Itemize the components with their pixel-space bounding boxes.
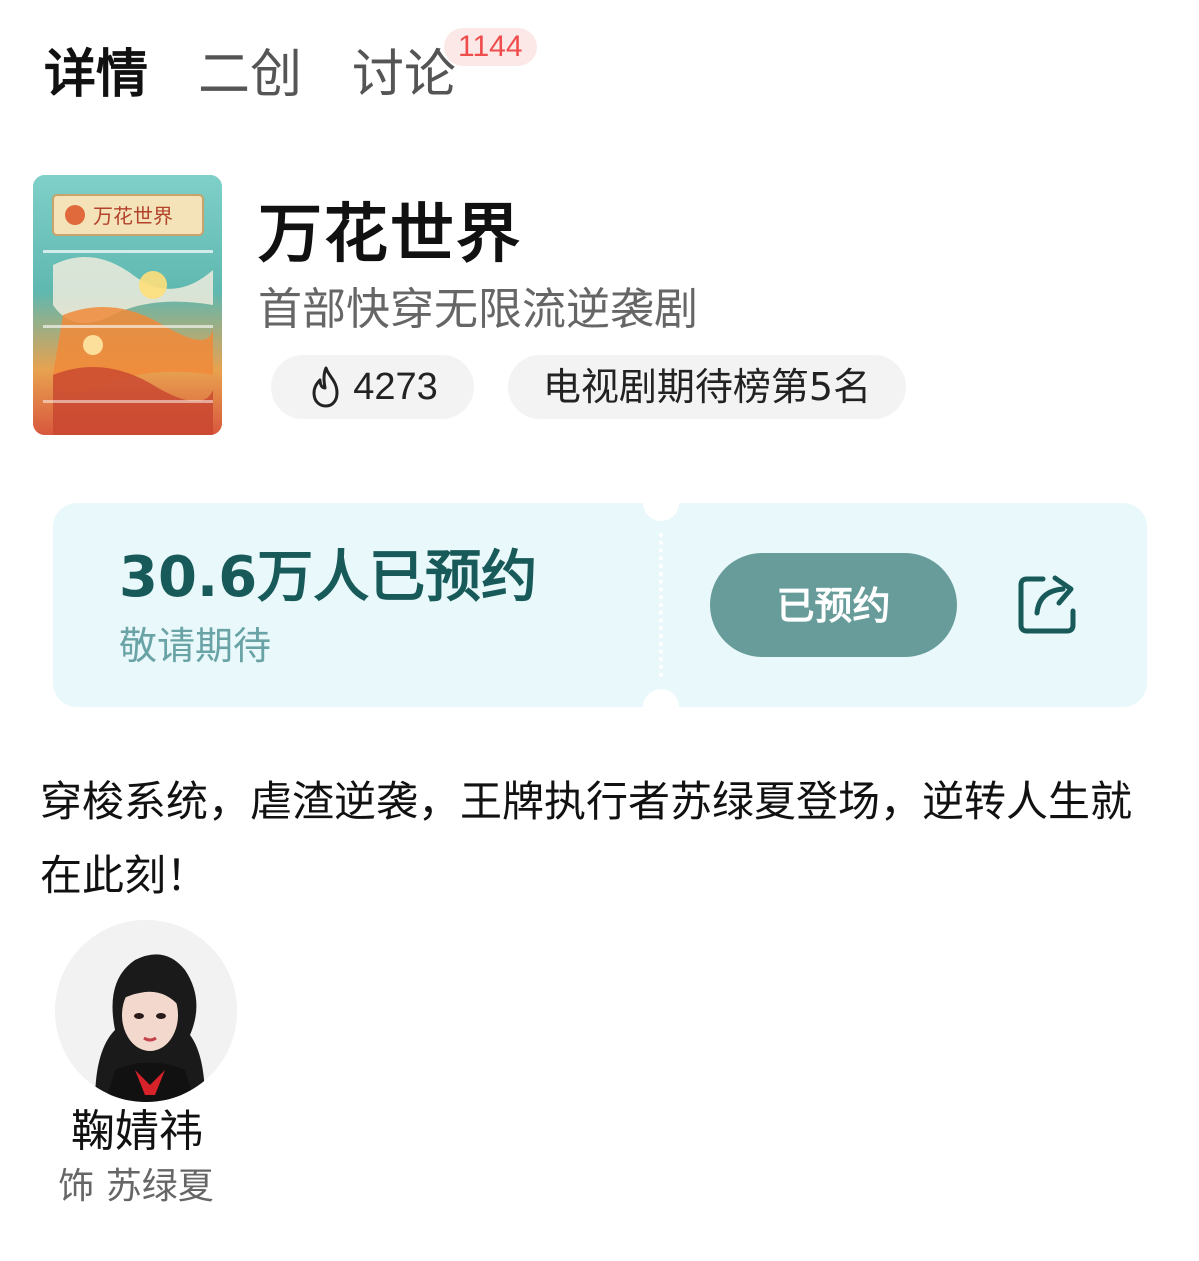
ticket-divider bbox=[659, 533, 663, 677]
poster-art: 万花世界 bbox=[33, 175, 222, 435]
reserved-button[interactable]: 已预约 bbox=[710, 553, 957, 657]
poster-title-text: 万花世界 bbox=[93, 204, 173, 228]
cast-name: 鞠婧祎 bbox=[71, 1106, 203, 1157]
flame-icon bbox=[312, 366, 339, 408]
discussion-count-badge: 1144 bbox=[444, 28, 537, 66]
show-poster[interactable]: 万花世界 bbox=[33, 175, 222, 435]
reservation-card: 30.6万人已预约 敬请期待 已预约 bbox=[53, 485, 1147, 725]
share-icon bbox=[1018, 575, 1076, 634]
ticket-notch-bottom bbox=[643, 689, 679, 725]
actor-photo bbox=[55, 920, 237, 1102]
ranking-chip[interactable]: 电视剧期待榜第5名 bbox=[508, 355, 906, 419]
reservation-status: 敬请期待 bbox=[119, 624, 272, 668]
show-title: 万花世界 bbox=[258, 198, 522, 272]
tab-bar: 详情 二创 讨论 bbox=[44, 40, 456, 110]
cast-item[interactable]: 鞠婧祎 饰 苏绿夏 bbox=[46, 920, 246, 1207]
ticket-notch-top bbox=[643, 485, 679, 521]
reservation-count: 30.6万人已预约 bbox=[119, 545, 538, 610]
show-description: 穿梭系统，虐渣逆袭，王牌执行者苏绿夏登场，逆转人生就在此刻！ bbox=[40, 777, 1133, 900]
tab-discussion[interactable]: 讨论 bbox=[352, 45, 456, 105]
avatar[interactable] bbox=[55, 920, 237, 1102]
show-subtitle: 首部快穿无限流逆袭剧 bbox=[258, 284, 698, 335]
heat-chip[interactable]: 4273 bbox=[271, 355, 474, 419]
heat-value: 4273 bbox=[353, 366, 438, 408]
cast-role: 饰 苏绿夏 bbox=[58, 1166, 214, 1207]
tab-fan-creations[interactable]: 二创 bbox=[198, 45, 302, 105]
share-button[interactable] bbox=[1013, 569, 1083, 639]
ranking-label: 电视剧期待榜第5名 bbox=[542, 365, 872, 409]
tab-details[interactable]: 详情 bbox=[44, 45, 148, 105]
